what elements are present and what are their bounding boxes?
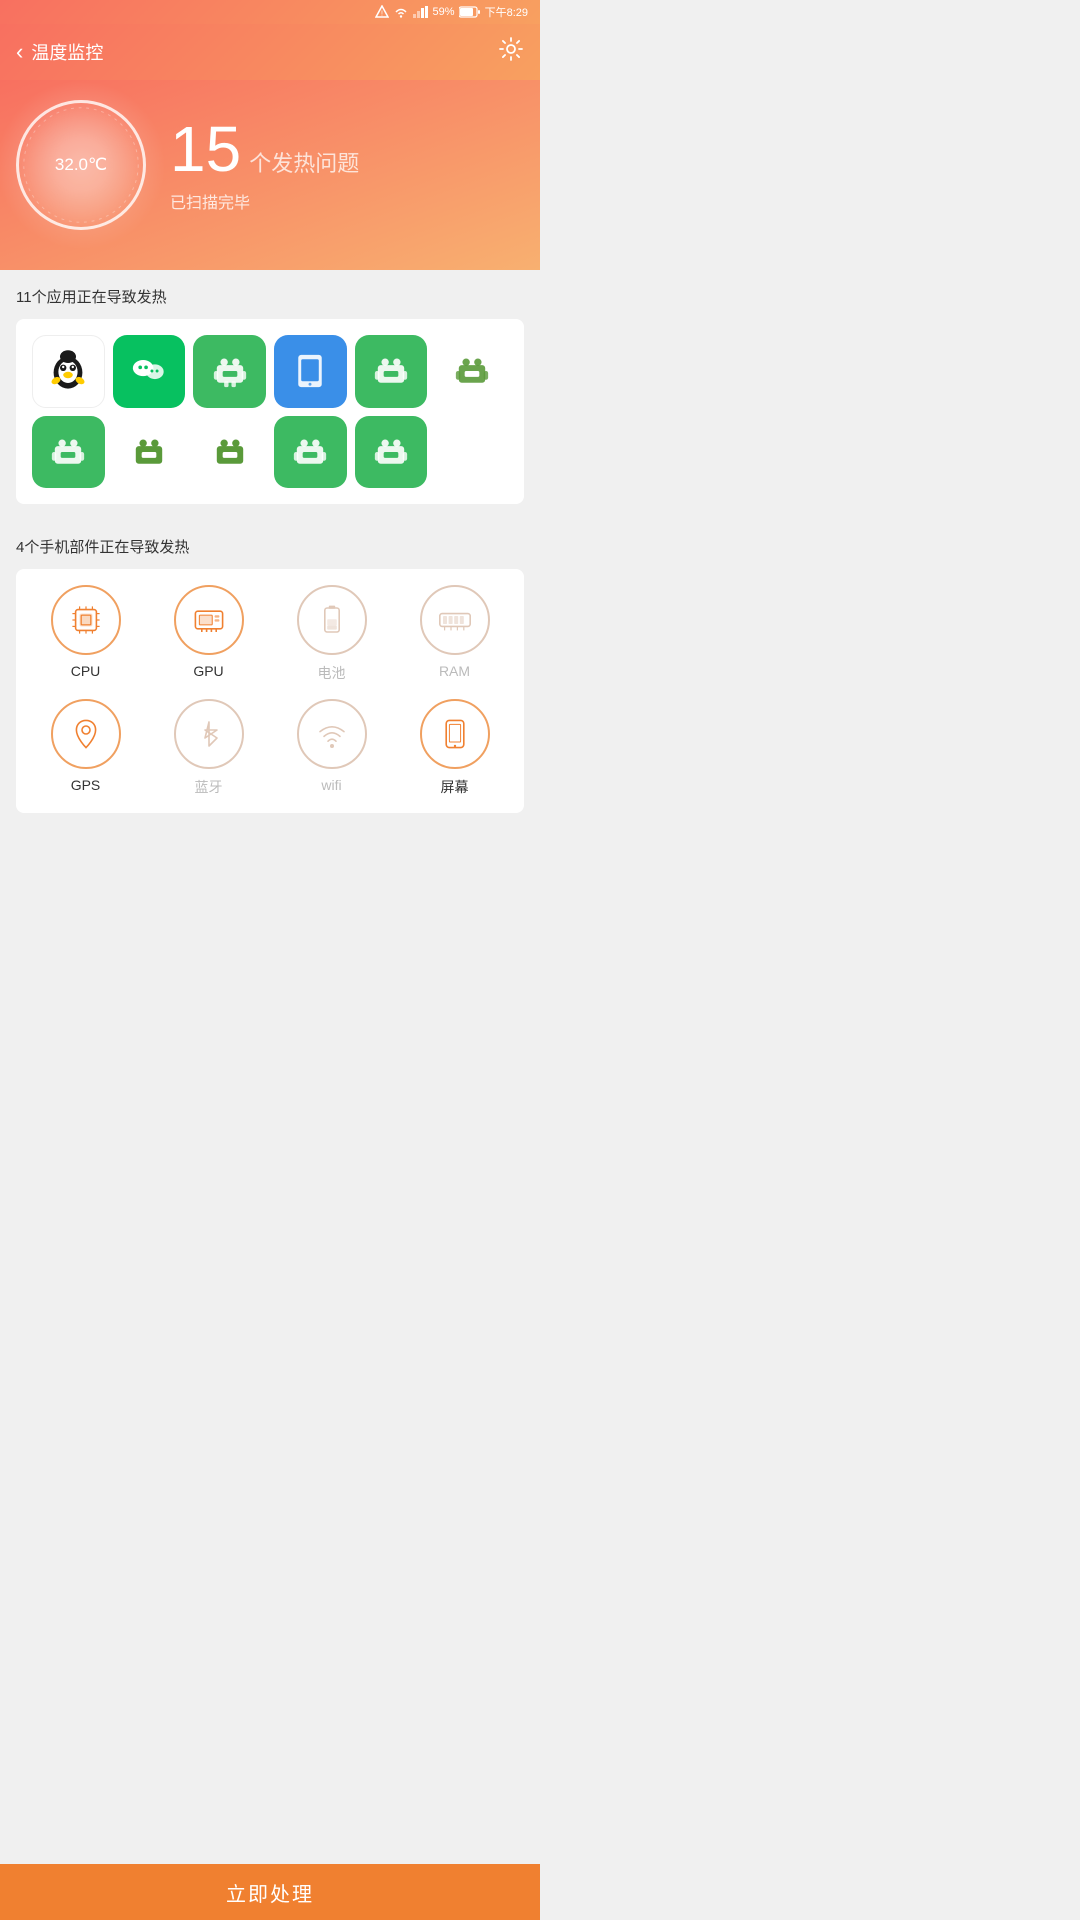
action-button[interactable]: 立即处理 — [0, 1864, 540, 1920]
action-button-label: 立即处理 — [226, 1878, 314, 1907]
svg-text:!: ! — [381, 11, 383, 18]
cpu-circle — [51, 585, 121, 655]
ram-circle — [420, 585, 490, 655]
comp-item-cpu[interactable]: CPU — [32, 585, 139, 683]
app-card — [16, 319, 524, 504]
list-item[interactable] — [193, 416, 266, 489]
signal-icon — [413, 6, 429, 18]
ram-label: RAM — [439, 663, 470, 679]
app-grid — [32, 335, 508, 488]
back-button[interactable]: ‹ — [16, 39, 23, 65]
status-bar: ! 59% 下午8:29 — [0, 0, 540, 24]
temperature-gauge: 32.0℃ — [16, 100, 146, 230]
screen-circle — [420, 699, 490, 769]
page-title: 温度监控 — [31, 39, 103, 65]
hero-info: 15 个发热问题 已扫描完毕 — [170, 117, 524, 213]
header-left: ‹ 温度监控 — [16, 39, 103, 65]
screen-label: 屏幕 — [441, 777, 469, 797]
comp-item-screen[interactable]: 屏幕 — [401, 699, 508, 797]
time: 下午8:29 — [485, 4, 528, 20]
issue-count: 15 — [170, 117, 241, 181]
header: ‹ 温度监控 — [0, 24, 540, 80]
temperature-value: 32.0℃ — [55, 155, 107, 175]
status-icons: ! 59% 下午8:29 — [375, 4, 528, 20]
comp-grid: CPU GPU — [32, 585, 508, 797]
comp-item-gpu[interactable]: GPU — [155, 585, 262, 683]
comp-item-gps[interactable]: GPS — [32, 699, 139, 797]
list-item[interactable] — [113, 416, 186, 489]
hero-section: 32.0℃ 15 个发热问题 已扫描完毕 — [0, 80, 540, 270]
comp-item-wifi: wifi — [278, 699, 385, 797]
gps-label: GPS — [71, 777, 101, 793]
component-section: 4个手机部件正在导致发热 — [0, 520, 540, 813]
list-item[interactable] — [32, 335, 105, 408]
comp-section-title: 4个手机部件正在导致发热 — [16, 536, 524, 557]
list-item[interactable] — [435, 335, 508, 408]
list-item[interactable] — [113, 335, 186, 408]
gpu-circle — [174, 585, 244, 655]
battery-label: 电池 — [318, 663, 346, 683]
issue-label: 个发热问题 — [249, 146, 359, 178]
warning-icon: ! — [375, 5, 389, 19]
settings-icon[interactable] — [498, 36, 524, 68]
cpu-label: CPU — [71, 663, 101, 679]
wifi-label: wifi — [321, 777, 341, 793]
battery-percent: 59% — [433, 6, 455, 18]
list-item[interactable] — [355, 335, 428, 408]
app-section: 11个应用正在导致发热 — [0, 270, 540, 504]
comp-item-bluetooth: 蓝牙 — [155, 699, 262, 797]
wifi-status-icon — [393, 6, 409, 18]
scan-status: 已扫描完毕 — [170, 189, 524, 213]
comp-item-battery: 电池 — [278, 585, 385, 683]
wifi-circle — [297, 699, 367, 769]
app-section-title: 11个应用正在导致发热 — [16, 286, 524, 307]
list-item[interactable] — [193, 335, 266, 408]
list-item[interactable] — [274, 416, 347, 489]
list-item[interactable] — [32, 416, 105, 489]
bluetooth-label: 蓝牙 — [195, 777, 223, 797]
battery-circle — [297, 585, 367, 655]
gps-circle — [51, 699, 121, 769]
battery-icon — [459, 6, 481, 18]
comp-item-ram: RAM — [401, 585, 508, 683]
list-item[interactable] — [274, 335, 347, 408]
gpu-label: GPU — [193, 663, 223, 679]
list-item[interactable] — [355, 416, 428, 489]
bluetooth-circle — [174, 699, 244, 769]
comp-card: CPU GPU — [16, 569, 524, 813]
